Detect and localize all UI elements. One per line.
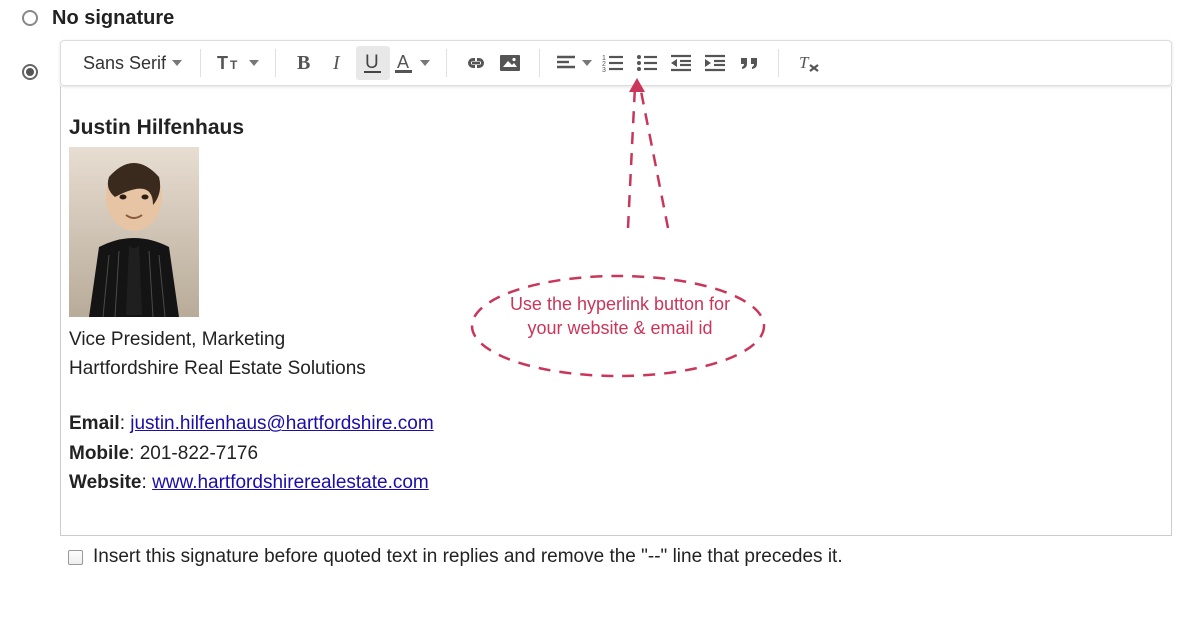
numbered-list-icon: 1 2 3: [602, 54, 624, 72]
toolbar-separator: [778, 49, 779, 77]
signature-editor-area[interactable]: Justin Hilfenhaus Vice President, Marke: [60, 86, 1172, 536]
bullet-list-button[interactable]: [630, 46, 664, 80]
remove-formatting-icon: T: [796, 53, 820, 73]
underline-button[interactable]: U: [356, 46, 390, 80]
svg-text:A: A: [397, 52, 409, 72]
colon: :: [129, 443, 140, 464]
font-size-icon: T T: [217, 53, 243, 73]
no-signature-label: No signature: [52, 7, 174, 30]
signature-company: Hartfordshire Real Estate Solutions: [69, 354, 1163, 383]
insert-before-quoted-checkbox[interactable]: [68, 550, 83, 565]
quote-icon: [738, 54, 760, 72]
signature-email-line: Email: justin.hilfenhaus@hartfordshire.c…: [69, 409, 1163, 438]
website-link[interactable]: www.hartfordshirerealestate.com: [152, 472, 429, 493]
toolbar-separator: [275, 49, 276, 77]
email-link[interactable]: justin.hilfenhaus@hartfordshire.com: [130, 413, 433, 434]
toolbar-separator: [539, 49, 540, 77]
numbered-list-button[interactable]: 1 2 3: [596, 46, 630, 80]
italic-icon: I: [330, 53, 348, 73]
insert-link-button[interactable]: [459, 46, 493, 80]
link-icon: [464, 53, 488, 73]
remove-formatting-button[interactable]: T: [791, 46, 825, 80]
insert-image-button[interactable]: [493, 46, 527, 80]
signature-photo: [69, 147, 199, 317]
align-button[interactable]: [552, 46, 596, 80]
indent-more-button[interactable]: [698, 46, 732, 80]
image-icon: [499, 53, 521, 73]
quote-button[interactable]: [732, 46, 766, 80]
no-signature-row: No signature: [0, 6, 1190, 30]
align-icon: [556, 54, 576, 72]
custom-signature-radio[interactable]: [22, 64, 38, 80]
font-family-select[interactable]: Sans Serif: [79, 46, 188, 80]
indent-more-icon: [704, 54, 726, 72]
svg-text:I: I: [332, 53, 341, 73]
text-color-button[interactable]: A: [390, 46, 434, 80]
colon: :: [120, 413, 131, 434]
bullet-list-icon: [636, 54, 658, 72]
text-color-icon: A: [394, 52, 414, 74]
signature-mobile-line: Mobile: 201-822-7176: [69, 439, 1163, 468]
insert-before-quoted-row: Insert this signature before quoted text…: [68, 546, 1190, 568]
svg-text:T: T: [230, 58, 238, 72]
insert-before-quoted-label: Insert this signature before quoted text…: [93, 546, 843, 568]
underline-icon: U: [363, 52, 383, 74]
signature-website-line: Website: www.hartfordshirerealestate.com: [69, 468, 1163, 497]
toolbar-separator: [200, 49, 201, 77]
chevron-down-icon: [420, 60, 430, 66]
colon: :: [142, 472, 153, 493]
bold-button[interactable]: B: [288, 46, 322, 80]
svg-text:U: U: [365, 52, 379, 73]
indent-less-button[interactable]: [664, 46, 698, 80]
svg-text:T: T: [799, 53, 810, 72]
font-size-button[interactable]: T T: [213, 46, 263, 80]
mobile-label: Mobile: [69, 443, 129, 464]
svg-text:B: B: [297, 53, 310, 73]
email-label: Email: [69, 413, 120, 434]
signature-editor-block: Sans Serif T T B I U: [60, 40, 1172, 536]
chevron-down-icon: [172, 60, 182, 66]
no-signature-radio[interactable]: [22, 10, 38, 26]
mobile-value: 201-822-7176: [140, 443, 258, 464]
svg-text:3: 3: [602, 67, 606, 72]
svg-text:T: T: [217, 53, 228, 73]
indent-less-icon: [670, 54, 692, 72]
toolbar-separator: [446, 49, 447, 77]
chevron-down-icon: [582, 60, 592, 66]
italic-button[interactable]: I: [322, 46, 356, 80]
website-label: Website: [69, 472, 142, 493]
bold-icon: B: [296, 53, 314, 73]
chevron-down-icon: [249, 60, 259, 66]
editor-toolbar: Sans Serif T T B I U: [60, 40, 1172, 86]
signature-name: Justin Hilfenhaus: [69, 112, 1163, 145]
font-family-label: Sans Serif: [83, 53, 166, 74]
signature-title: Vice President, Marketing: [69, 325, 1163, 354]
